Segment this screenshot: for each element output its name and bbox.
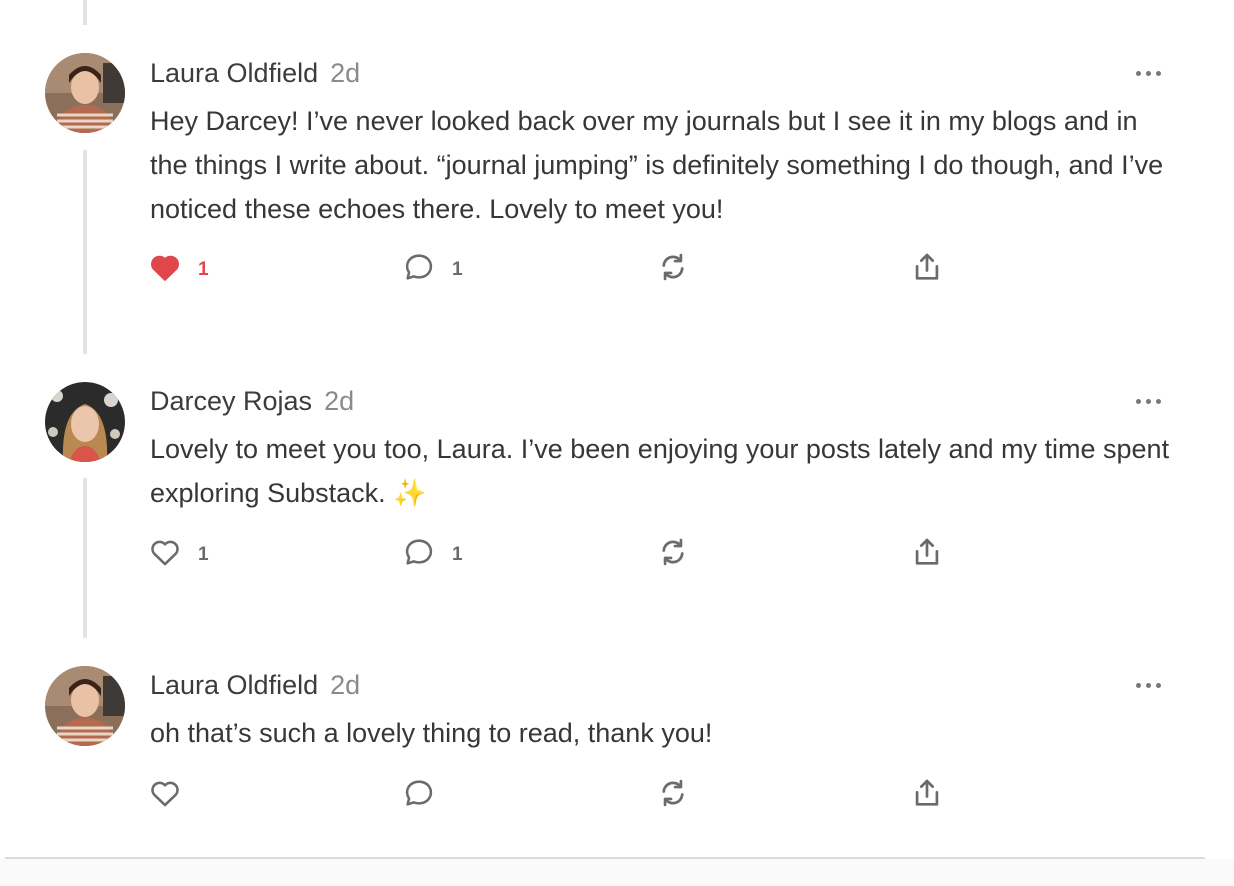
- heart-icon: [151, 540, 179, 566]
- more-options-button[interactable]: [1133, 676, 1165, 696]
- more-options-button[interactable]: [1133, 64, 1165, 84]
- restack-icon: [662, 779, 684, 807]
- comment-time[interactable]: 2d: [330, 58, 360, 88]
- comment-author-line: Laura Oldfield 2d: [150, 670, 360, 701]
- comment-time[interactable]: 2d: [330, 670, 360, 700]
- thread-line-2: [83, 478, 87, 638]
- thread-line-1: [83, 150, 87, 354]
- heart-icon: [151, 781, 179, 807]
- like-count: 1: [198, 259, 209, 280]
- like-button[interactable]: [148, 776, 188, 816]
- comment-bubble-icon: [405, 539, 433, 565]
- share-icon: [915, 779, 939, 806]
- comment-body: oh that’s such a lovely thing to read, t…: [150, 718, 713, 748]
- like-button[interactable]: 1: [148, 250, 228, 290]
- heart-icon: [151, 255, 179, 281]
- restack-button[interactable]: [656, 535, 696, 575]
- author-name[interactable]: Laura Oldfield: [150, 58, 318, 88]
- reply-count: 1: [452, 544, 463, 565]
- thread-line-top: [83, 0, 87, 25]
- reply-count: 1: [452, 259, 463, 280]
- share-button[interactable]: [910, 776, 950, 816]
- restack-button[interactable]: [656, 776, 696, 816]
- footer-band: [0, 859, 1234, 886]
- ellipsis-icon: [1136, 399, 1141, 404]
- comment-body: Hey Darcey! I’ve never looked back over …: [150, 106, 1164, 224]
- comment-bubble-icon: [405, 254, 433, 280]
- avatar[interactable]: [45, 382, 125, 462]
- reply-button[interactable]: [402, 776, 442, 816]
- reply-button[interactable]: 1: [402, 250, 482, 290]
- ellipsis-icon: [1136, 71, 1141, 76]
- reply-button[interactable]: 1: [402, 535, 482, 575]
- comment-author-line: Darcey Rojas 2d: [150, 386, 354, 417]
- like-count: 1: [198, 544, 209, 565]
- author-name[interactable]: Darcey Rojas: [150, 386, 312, 416]
- comment-body: Lovely to meet you too, Laura. I’ve been…: [150, 434, 1170, 508]
- comment-author-line: Laura Oldfield 2d: [150, 58, 360, 89]
- share-icon: [915, 538, 939, 565]
- like-button[interactable]: 1: [148, 535, 228, 575]
- restack-icon: [662, 538, 684, 566]
- ellipsis-icon: [1136, 683, 1141, 688]
- comment-time[interactable]: 2d: [324, 386, 354, 416]
- share-icon: [915, 253, 939, 280]
- share-button[interactable]: [910, 250, 950, 290]
- share-button[interactable]: [910, 535, 950, 575]
- comment-bubble-icon: [405, 780, 433, 806]
- more-options-button[interactable]: [1133, 392, 1165, 412]
- avatar[interactable]: [45, 53, 125, 133]
- restack-button[interactable]: [656, 250, 696, 290]
- restack-icon: [662, 253, 684, 281]
- avatar[interactable]: [45, 666, 125, 746]
- author-name[interactable]: Laura Oldfield: [150, 670, 318, 700]
